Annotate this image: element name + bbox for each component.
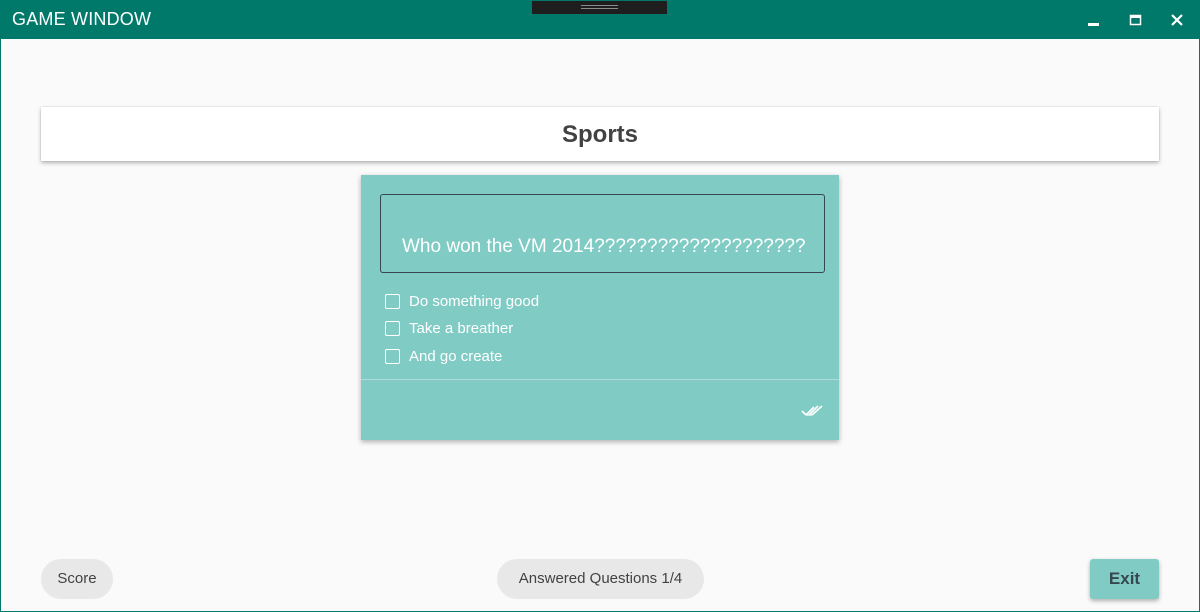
option-2-checkbox[interactable] (385, 321, 400, 336)
game-window: GAME WINDOW Sports Who won the VM 2014??… (0, 0, 1200, 612)
score-label: Score (57, 570, 97, 587)
question-card: Who won the VM 2014???????????????????? … (361, 175, 839, 440)
double-check-icon[interactable] (801, 403, 825, 419)
maximize-button[interactable] (1115, 1, 1155, 39)
title-bar[interactable]: GAME WINDOW (1, 1, 1199, 39)
drag-grip-line (581, 8, 618, 9)
option-1-label: Do something good (409, 293, 540, 310)
answered-questions-label: Answered Questions 1/4 (518, 570, 683, 587)
option-3-checkbox[interactable] (385, 349, 400, 364)
minimize-icon (1088, 23, 1099, 26)
score-chip: Score (41, 559, 113, 599)
option-3-label: And go create (409, 348, 503, 365)
topic-card: Sports (41, 107, 1159, 161)
topic-title: Sports (561, 121, 638, 148)
question-text: Who won the VM 2014???????????????????? (402, 236, 806, 257)
card-divider (361, 379, 839, 380)
maximize-icon (1129, 14, 1142, 26)
question-box: Who won the VM 2014???????????????????? (380, 194, 825, 273)
window-title: GAME WINDOW (12, 9, 152, 29)
minimize-button[interactable] (1073, 1, 1113, 39)
drag-grip-line (581, 5, 618, 6)
option-2-label: Take a breather (409, 320, 514, 337)
exit-label: Exit (1108, 569, 1141, 588)
drag-handle[interactable] (532, 1, 667, 14)
answered-questions-chip: Answered Questions 1/4 (497, 559, 704, 599)
exit-button[interactable]: Exit (1090, 559, 1159, 599)
close-button[interactable] (1157, 1, 1197, 39)
option-1-checkbox[interactable] (385, 294, 400, 309)
close-icon (1171, 14, 1183, 26)
